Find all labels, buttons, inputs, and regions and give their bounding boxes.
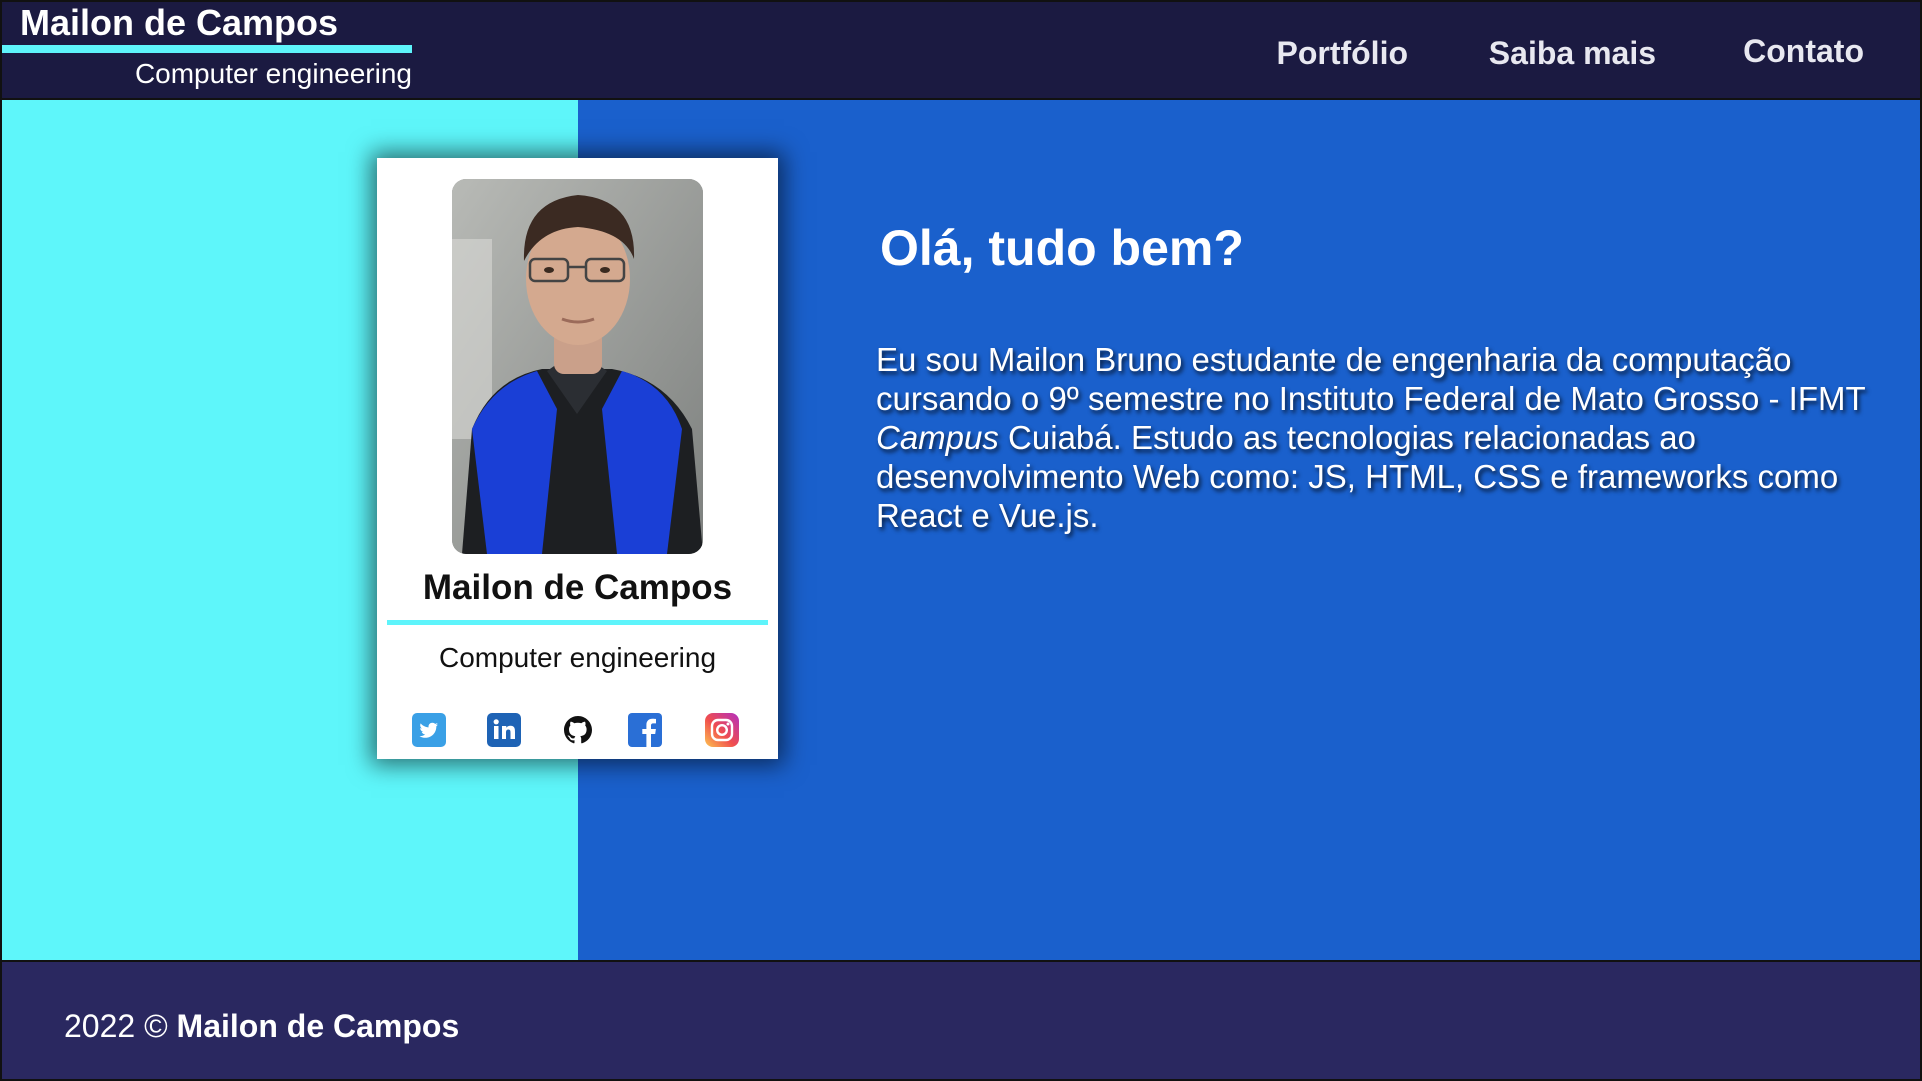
footer-year: 2022 ©	[64, 1008, 177, 1044]
brand-name[interactable]: Mailon de Campos	[20, 2, 338, 44]
site-header: Mailon de Campos Computer engineering Po…	[0, 0, 1922, 100]
brand-subtitle: Computer engineering	[134, 58, 412, 89]
footer-copyright: 2022 © Mailon de Campos	[64, 1007, 459, 1045]
nav-contato-link[interactable]: Contato	[1743, 32, 1864, 70]
nav-saiba-mais-link[interactable]: Saiba mais	[1489, 34, 1656, 72]
linkedin-link[interactable]	[487, 713, 521, 747]
instagram-link[interactable]	[705, 713, 739, 747]
brand-underline	[2, 45, 412, 53]
card-subtitle: Computer engineering	[438, 642, 717, 673]
card-divider	[387, 620, 768, 625]
social-links	[377, 713, 778, 749]
profile-card: Mailon de Campos Computer engineering	[377, 158, 778, 759]
twitter-icon	[412, 713, 446, 747]
about-text-italic: Campus	[876, 419, 999, 456]
footer-owner: Mailon de Campos	[176, 1008, 460, 1044]
github-icon	[564, 716, 592, 744]
profile-photo-illustration	[452, 179, 703, 554]
about-text-part1: Eu sou Mailon Bruno estudante de engenha…	[876, 341, 1866, 417]
github-link[interactable]	[561, 713, 595, 747]
profile-photo	[452, 179, 703, 554]
facebook-icon	[628, 713, 662, 747]
twitter-link[interactable]	[412, 713, 446, 747]
about-paragraph: Eu sou Mailon Bruno estudante de engenha…	[876, 340, 1876, 535]
card-name: Mailon de Campos	[422, 568, 733, 607]
greeting-heading: Olá, tudo bem?	[880, 220, 1244, 276]
site-footer: 2022 © Mailon de Campos	[0, 960, 1922, 1081]
linkedin-icon	[487, 713, 521, 747]
about-text-part2: Cuiabá. Estudo as tecnologias relacionad…	[876, 419, 1839, 534]
instagram-icon	[705, 713, 739, 747]
facebook-link[interactable]	[628, 713, 662, 747]
nav-portfolio-link[interactable]: Portfólio	[1276, 34, 1408, 72]
